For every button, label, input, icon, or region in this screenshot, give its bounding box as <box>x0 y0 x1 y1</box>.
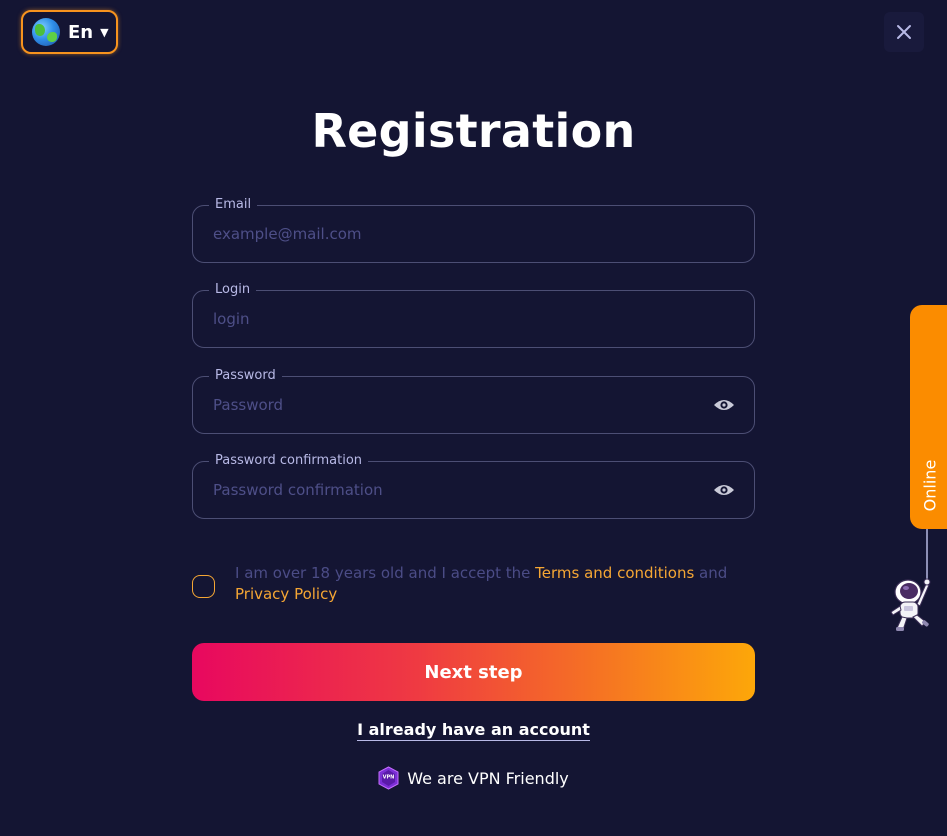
registration-page: En ▼ Registration Email Login Password P… <box>0 0 947 836</box>
password-field: Password <box>192 367 755 434</box>
vpn-badge-icon: VPN <box>378 766 399 790</box>
svg-text:VPN: VPN <box>383 775 395 781</box>
privacy-policy-link[interactable]: Privacy Policy <box>235 585 337 603</box>
login-link-container: I already have an account <box>0 720 947 741</box>
age-terms-checkbox[interactable] <box>192 575 215 598</box>
password-confirmation-input[interactable] <box>213 462 693 518</box>
online-label: Online <box>920 459 940 512</box>
caret-down-icon: ▼ <box>100 25 109 39</box>
vpn-friendly-text: We are VPN Friendly <box>407 768 569 788</box>
email-input[interactable] <box>213 206 693 262</box>
agreement-text-before: I am over 18 years old and I accept the <box>235 564 536 582</box>
page-title: Registration <box>311 104 636 158</box>
password-input[interactable] <box>213 377 693 433</box>
online-support-tab[interactable]: Online <box>910 305 947 529</box>
already-have-account-link[interactable]: I already have an account <box>357 720 590 741</box>
agreement-text: I am over 18 years old and I accept the … <box>235 563 765 605</box>
agreement-text-middle: and <box>694 564 728 582</box>
close-icon <box>897 25 911 39</box>
language-label: En <box>68 21 94 43</box>
eye-icon[interactable] <box>713 398 735 412</box>
login-input[interactable] <box>213 291 693 347</box>
password-confirmation-field: Password confirmation <box>192 452 755 519</box>
close-button[interactable] <box>884 12 924 52</box>
terms-link[interactable]: Terms and conditions <box>535 564 694 582</box>
next-step-button[interactable]: Next step <box>192 643 755 701</box>
vpn-friendly: VPN We are VPN Friendly <box>0 766 947 790</box>
eye-icon[interactable] <box>713 483 735 497</box>
language-selector[interactable]: En ▼ <box>21 10 118 54</box>
globe-icon <box>32 18 60 46</box>
astronaut-icon[interactable] <box>888 570 940 634</box>
login-field: Login <box>192 281 755 348</box>
email-field: Email <box>192 196 755 263</box>
